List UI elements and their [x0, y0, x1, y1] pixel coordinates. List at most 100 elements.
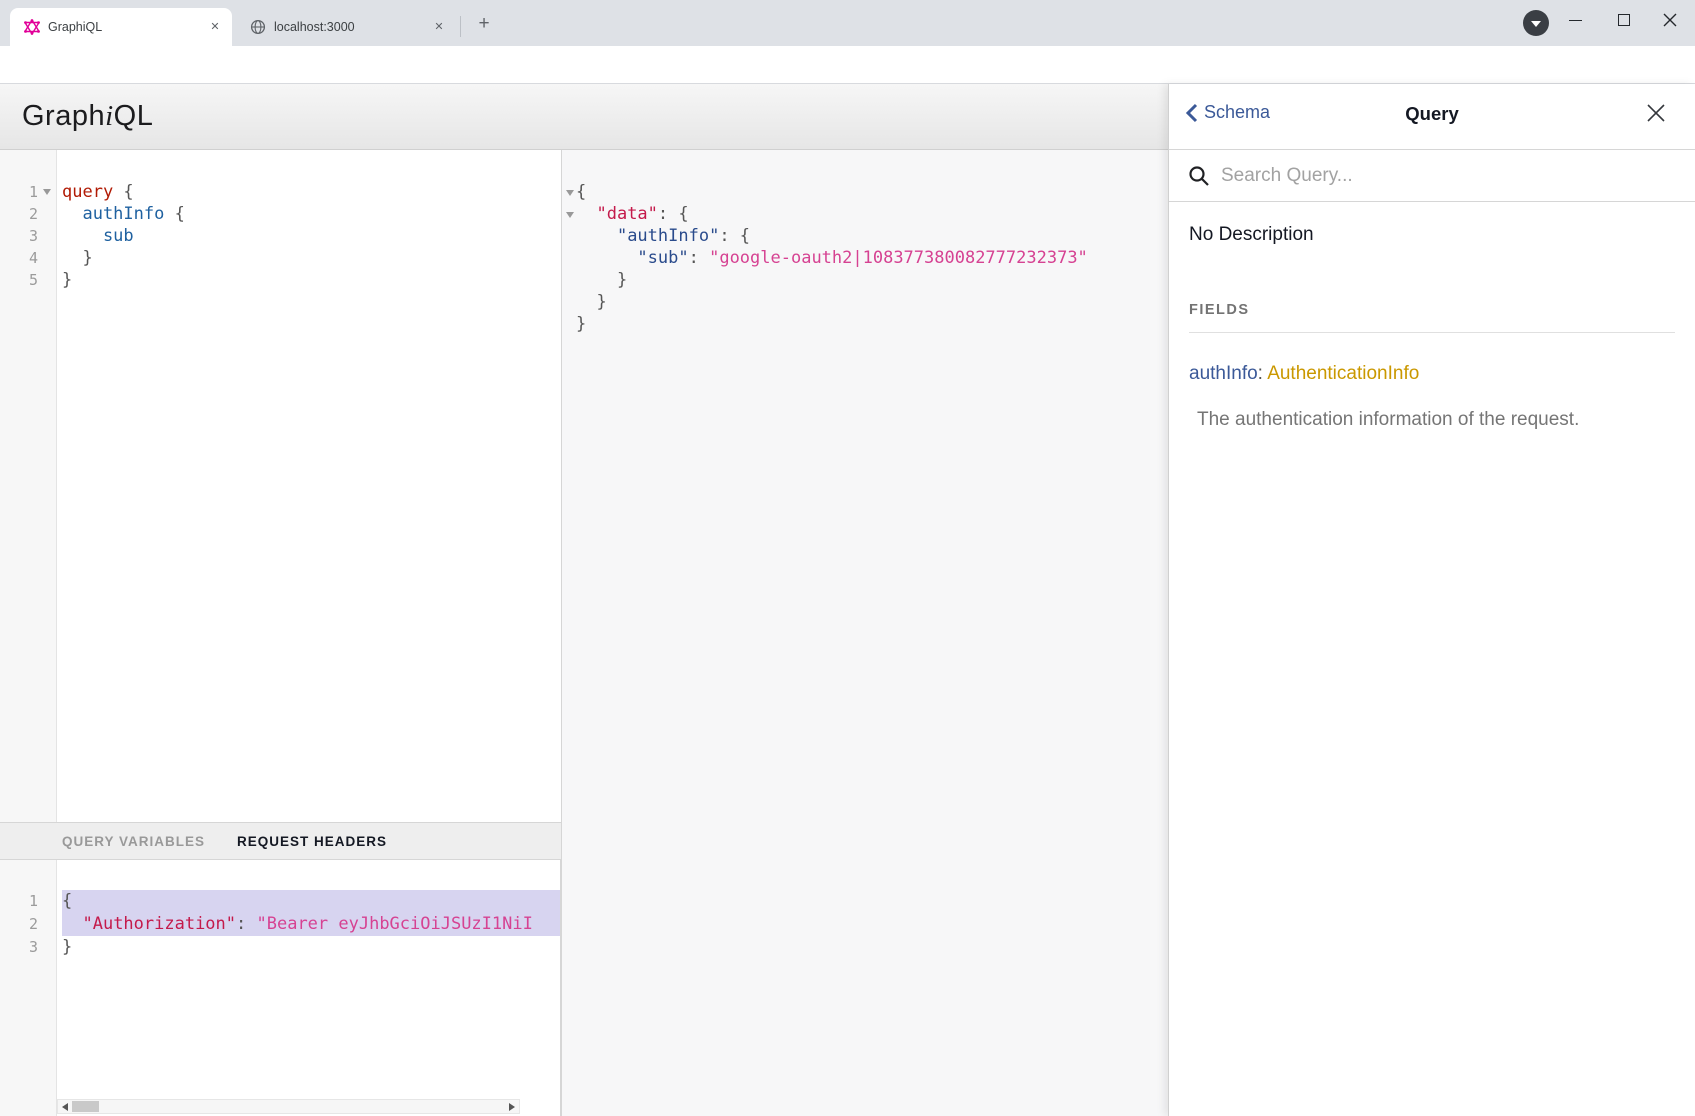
line-number: 1: [0, 181, 38, 203]
browser-address-bar: localhost:3000 P: [0, 46, 1695, 84]
gutter-row: 1: [0, 181, 56, 203]
query-editor-code[interactable]: query { authInfo { sub }}: [62, 150, 561, 822]
scrollbar-left-arrow-icon[interactable]: [62, 1103, 68, 1111]
headers-editor-code[interactable]: { "Authorization": "Bearer eyJhbGciOiJSU…: [62, 860, 560, 1116]
search-icon: [1187, 164, 1211, 188]
type-name-link[interactable]: AuthenticationInfo: [1267, 363, 1419, 384]
code-segment: {: [62, 891, 72, 911]
code-segment: "Authorization": [82, 914, 236, 934]
tab-request-headers[interactable]: REQUEST HEADERS: [237, 834, 387, 849]
code-segment: "authInfo": [617, 226, 719, 246]
query-editor-gutter[interactable]: 12345: [0, 150, 57, 822]
window-close-button[interactable]: [1650, 0, 1690, 40]
window-maximize-button[interactable]: [1604, 0, 1644, 40]
code-segment: }: [576, 314, 586, 334]
response-code: { "data" : { "authInfo": { "sub": "google…: [576, 150, 1168, 1116]
code-segment: "google-oauth2|108377380082777232373": [709, 248, 1088, 268]
gutter-row: 4: [0, 247, 56, 269]
line-number: 2: [0, 203, 38, 225]
gutter-row: 2: [0, 913, 56, 936]
new-tab-button[interactable]: +: [470, 11, 498, 39]
code-line: query {: [62, 181, 561, 203]
field-name-link[interactable]: authInfo: [1189, 363, 1258, 384]
query-editor[interactable]: 12345 query { authInfo { sub }}: [0, 150, 561, 822]
code-line: sub: [62, 225, 561, 247]
browser-window: GraphiQL ✕ localhost:3000 ✕ +: [0, 0, 1695, 1116]
code-segment: [576, 248, 637, 268]
code-line: }: [62, 936, 560, 959]
code-segment: }: [576, 292, 607, 312]
code-line: }: [576, 291, 1168, 313]
code-segment: :: [236, 914, 256, 934]
code-segment: "Bearer eyJhbGciOiJSUzI1NiI: [257, 914, 533, 934]
response-viewer[interactable]: { "data" : { "authInfo": { "sub": "google…: [562, 150, 1168, 1116]
code-segment: "data": [596, 204, 657, 224]
tab-title: GraphiQL: [48, 20, 206, 34]
code-segment: [576, 204, 596, 224]
code-segment: "sub": [637, 248, 688, 268]
code-segment: }: [62, 248, 93, 268]
line-number: 3: [0, 936, 38, 959]
gutter-row: 3: [0, 225, 56, 247]
fold-arrow-icon[interactable]: [566, 212, 574, 218]
type-description: No Description: [1189, 224, 1675, 246]
tab-close-icon[interactable]: ✕: [206, 18, 224, 36]
doc-search-row: [1169, 150, 1695, 202]
code-segment: }: [576, 270, 627, 290]
fields-heading: FIELDS: [1189, 302, 1675, 333]
code-segment: [62, 914, 82, 934]
request-headers-editor[interactable]: 123 { "Authorization": "Bearer eyJhbGciO…: [0, 860, 561, 1116]
code-segment: {: [113, 182, 133, 202]
code-line: "sub": "google-oauth2|108377380082777232…: [576, 247, 1168, 269]
tab-graphiql[interactable]: GraphiQL ✕: [10, 8, 232, 46]
scrollbar-right-arrow-icon[interactable]: [509, 1103, 515, 1111]
graphql-logo-icon: [24, 19, 40, 35]
fold-arrow-icon[interactable]: [566, 190, 574, 196]
line-number: 2: [0, 913, 38, 936]
code-line: {: [576, 181, 1168, 203]
globe-icon: [250, 19, 266, 35]
code-line: }: [62, 269, 561, 291]
close-icon: [1645, 102, 1667, 124]
code-line: }: [576, 313, 1168, 335]
code-line: authInfo {: [62, 203, 561, 225]
gutter-row: 5: [0, 269, 56, 291]
window-minimize-button[interactable]: [1556, 0, 1596, 40]
code-segment: sub: [62, 226, 134, 246]
code-segment: query: [62, 182, 113, 202]
doc-explorer-panel: Schema Query No Description FIELDS authI…: [1168, 84, 1695, 1116]
doc-explorer-body: No Description FIELDS authInfo: Authenti…: [1169, 202, 1695, 431]
horizontal-scrollbar[interactable]: [57, 1099, 520, 1114]
line-number: 5: [0, 269, 38, 291]
field-row: authInfo: AuthenticationInfo: [1189, 363, 1675, 385]
code-segment: {: [164, 204, 184, 224]
scrollbar-thumb[interactable]: [72, 1101, 99, 1112]
tab-localhost[interactable]: localhost:3000 ✕: [236, 8, 456, 46]
tab-close-icon[interactable]: ✕: [430, 18, 448, 36]
line-number: 4: [0, 247, 38, 269]
line-number: 1: [0, 890, 38, 913]
line-number: 3: [0, 225, 38, 247]
code-segment: : {: [719, 226, 750, 246]
code-line: }: [576, 269, 1168, 291]
code-line: "authInfo": {: [576, 225, 1168, 247]
code-segment: }: [62, 937, 72, 957]
browser-tab-strip: GraphiQL ✕ localhost:3000 ✕ +: [0, 0, 1695, 46]
chevron-down-circle-icon[interactable]: [1523, 10, 1549, 36]
doc-title: Query: [1169, 103, 1695, 125]
doc-close-button[interactable]: [1645, 102, 1671, 128]
code-line: "Authorization": "Bearer eyJhbGciOiJSUzI…: [62, 913, 560, 936]
gutter-row: 2: [0, 203, 56, 225]
graphiql-toolbar: GraphiQL Prettify Merge Copy History Sha…: [0, 84, 1168, 150]
tab-query-variables[interactable]: QUERY VARIABLES: [62, 834, 205, 849]
headers-editor-gutter[interactable]: 123: [0, 860, 57, 1116]
doc-search-input[interactable]: [1221, 165, 1641, 187]
code-segment: [576, 226, 617, 246]
field-description: The authentication information of the re…: [1197, 409, 1675, 431]
fold-arrow-icon[interactable]: [43, 189, 51, 195]
variables-pane-header: QUERY VARIABLES REQUEST HEADERS: [0, 822, 561, 860]
field-colon: :: [1258, 363, 1263, 384]
code-segment: {: [576, 182, 586, 202]
code-line: {: [62, 890, 560, 913]
code-line: }: [62, 247, 561, 269]
